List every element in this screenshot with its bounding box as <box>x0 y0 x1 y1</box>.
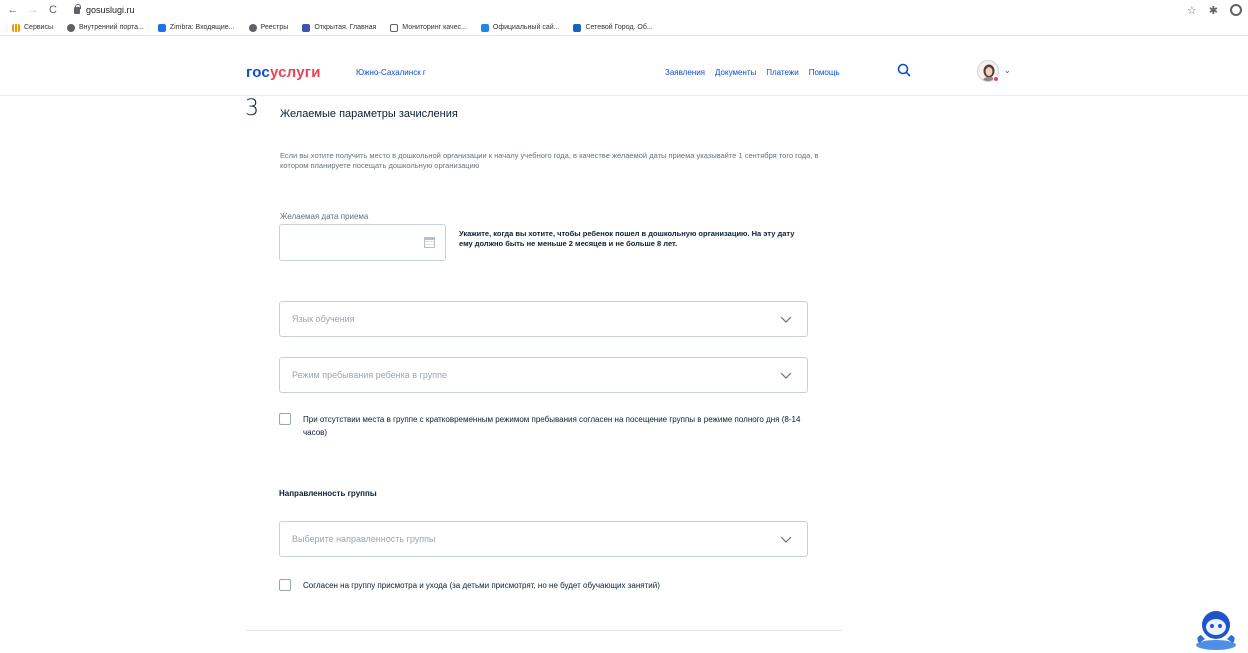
bookmark-zimbra[interactable]: Zimbra: Входящие... <box>157 23 235 32</box>
site-header: госуслуги Южно-Сахалинск г Заявления Док… <box>0 60 1248 96</box>
notification-dot <box>993 76 999 82</box>
address-bar[interactable]: gosuslugi.ru <box>74 3 135 15</box>
lock-icon <box>74 3 81 14</box>
city-selector[interactable]: Южно-Сахалинск г <box>356 68 426 77</box>
bookmark-registries[interactable]: Реестры <box>248 23 289 32</box>
language-select[interactable]: Язык обучения <box>279 301 808 337</box>
bookmark-label: Сетевой Город. Об... <box>585 24 653 31</box>
stay-mode-select-placeholder: Режим пребывания ребенка в группе <box>292 370 448 380</box>
bookmark-network-city[interactable]: Сетевой Город. Об... <box>573 23 653 32</box>
chart-icon <box>573 23 582 32</box>
language-select-placeholder: Язык обучения <box>292 314 355 324</box>
bookmark-label: Мониторинг качес... <box>402 24 467 31</box>
bookmark-label: Открытая. Главная <box>314 24 377 31</box>
bookmark-internal-portal[interactable]: Внутренний порта... <box>67 23 144 32</box>
shield-icon <box>302 23 311 32</box>
bookmark-label: Официальный сай... <box>492 24 560 31</box>
url-text: gosuslugi.ru <box>86 5 135 15</box>
house-icon <box>390 23 399 32</box>
stay-mode-select[interactable]: Режим пребывания ребенка в группе <box>279 357 808 393</box>
calendar-icon[interactable] <box>424 237 435 248</box>
profile-icon[interactable] <box>1230 4 1242 16</box>
bookmark-monitoring[interactable]: Мониторинг качес... <box>390 23 467 32</box>
logo-part-1: гос <box>246 64 270 81</box>
care-group-consent-checkbox[interactable] <box>279 579 291 591</box>
full-day-consent-checkbox[interactable] <box>279 413 291 425</box>
bookmark-official[interactable]: Официальный сай... <box>480 23 560 32</box>
apps-grid-icon <box>12 23 20 32</box>
chevron-down-icon <box>780 316 792 323</box>
bookmark-label: Внутренний порта... <box>79 24 144 31</box>
chevron-down-icon <box>780 372 792 379</box>
bookmark-open[interactable]: Открытая. Главная <box>302 23 377 32</box>
desired-date-input[interactable] <box>279 224 446 261</box>
step-title: Желаемые параметры зачисления <box>280 108 458 120</box>
logo-part-2: услуги <box>269 64 321 81</box>
step-number: 3 <box>245 96 259 121</box>
back-icon[interactable]: ← <box>6 4 20 16</box>
chevron-down-icon[interactable]: ⌄ <box>1004 66 1011 75</box>
extensions-icon[interactable]: ✱ <box>1209 4 1218 17</box>
nav-applications[interactable]: Заявления <box>665 68 705 77</box>
bookmark-label: Zimbra: Входящие... <box>169 24 235 31</box>
full-day-consent-row: При отсутствии места в группе с кратковр… <box>279 413 819 439</box>
direction-select-placeholder: Выберите направленность группы <box>292 534 436 544</box>
main-nav: Заявления Документы Платежи Помощь <box>665 68 840 77</box>
browser-actions: ☆ ✱ <box>1187 4 1242 17</box>
direction-select[interactable]: Выберите направленность группы <box>279 521 808 557</box>
gosuslugi-logo[interactable]: госуслуги <box>246 64 321 81</box>
globe-icon <box>67 23 76 32</box>
bookmark-star-icon[interactable]: ☆ <box>1187 4 1197 17</box>
full-day-consent-label: При отсутствии места в группе с кратковр… <box>303 415 801 437</box>
robot-assistant-icon[interactable] <box>1193 605 1239 651</box>
care-group-consent-row: Согласен на группу присмотра и ухода (за… <box>279 579 819 592</box>
reload-icon[interactable]: C <box>46 4 60 16</box>
globe-icon <box>248 23 257 32</box>
zimbra-icon <box>157 23 166 32</box>
care-group-consent-label: Согласен на группу присмотра и ухода (за… <box>303 581 660 590</box>
site-icon <box>480 23 489 32</box>
nav-payments[interactable]: Платежи <box>766 68 798 77</box>
section-divider <box>246 630 842 631</box>
bookmarks-bar: Сервисы Внутренний порта... Zimbra: Вход… <box>0 20 1248 36</box>
chevron-down-icon <box>780 536 792 543</box>
nav-help[interactable]: Помощь <box>809 68 840 77</box>
bookmark-label: Реестры <box>260 24 289 31</box>
bookmark-label: Сервисы <box>24 24 54 31</box>
step-hint: Если вы хотите получить место в дошкольн… <box>280 151 819 170</box>
date-field-label: Желаемая дата приема <box>280 212 369 221</box>
search-icon[interactable] <box>897 63 911 77</box>
bookmark-services[interactable]: Сервисы <box>12 23 54 32</box>
nav-documents[interactable]: Документы <box>715 68 756 77</box>
date-field-note: Укажите, когда вы хотите, чтобы ребенок … <box>459 229 795 248</box>
forward-icon[interactable]: → <box>26 4 40 16</box>
browser-toolbar: ← → C gosuslugi.ru ☆ ✱ <box>0 0 1248 20</box>
direction-section-title: Направленность группы <box>279 489 377 498</box>
